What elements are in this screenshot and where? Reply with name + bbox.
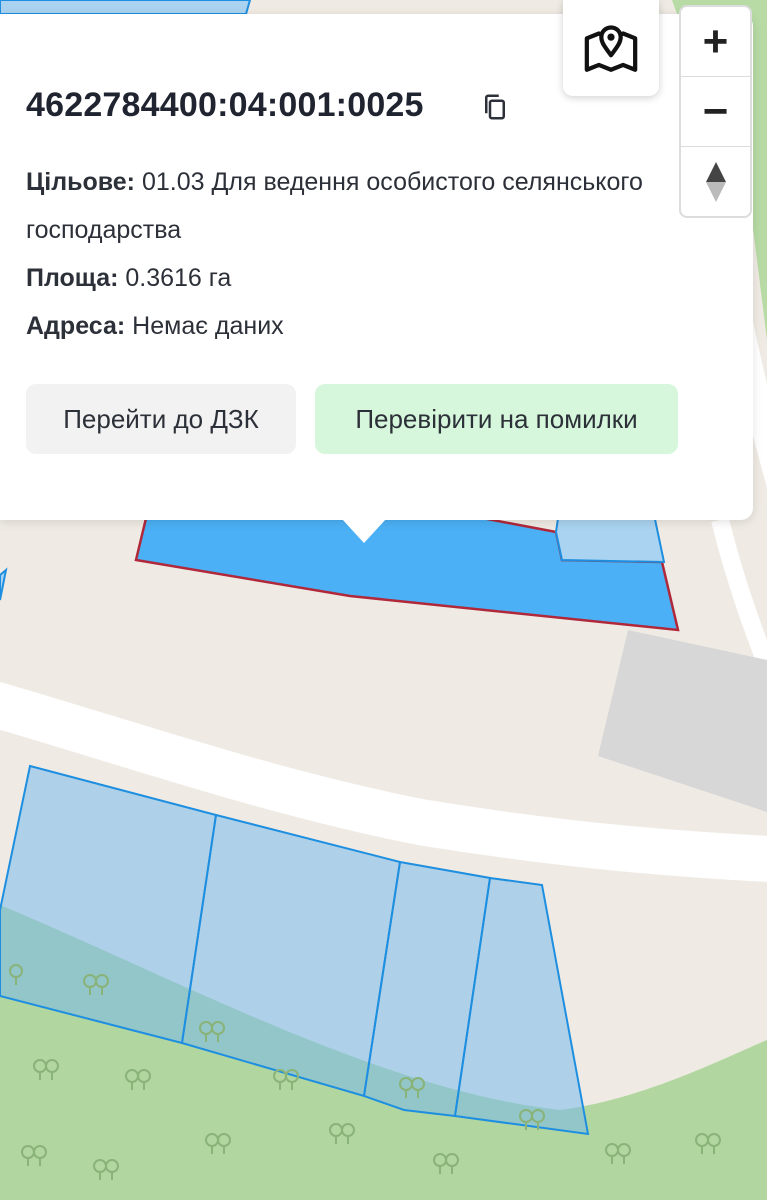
parcel-1 [0, 764, 218, 1045]
copy-icon[interactable] [480, 92, 510, 122]
area-label: Площа: [26, 264, 119, 292]
go-to-dzk-button[interactable]: Перейти до ДЗК [26, 384, 296, 454]
cadastral-number: 4622784400:04:001:0025 [26, 86, 424, 124]
address-row: Адреса: Немає даних [26, 302, 646, 350]
compass-button[interactable] [681, 147, 750, 216]
map-marker-icon [584, 25, 638, 72]
zoom-out-label: − [702, 86, 729, 136]
zoom-in-label: + [702, 16, 729, 66]
address-value: Немає даних [132, 312, 284, 340]
address-label: Адреса: [26, 312, 126, 340]
purpose-row: Цільове: 01.03 Для ведення особистого се… [26, 158, 646, 254]
area-row: Площа: 0.3616 га [26, 254, 646, 302]
area-value: 0.3616 га [125, 264, 232, 292]
zoom-in-button[interactable]: + [681, 7, 750, 77]
zoom-out-button[interactable]: − [681, 77, 750, 147]
purpose-label: Цільове: [26, 168, 135, 196]
compass-icon [705, 161, 726, 202]
check-errors-button[interactable]: Перевірити на помилки [315, 384, 678, 454]
zoom-control: + − [679, 5, 752, 218]
map-type-button[interactable] [563, 0, 659, 96]
parcel-top [0, 0, 252, 15]
parcel-info: Цільове: 01.03 Для ведення особистого се… [26, 158, 646, 350]
popup-pointer [342, 519, 386, 543]
